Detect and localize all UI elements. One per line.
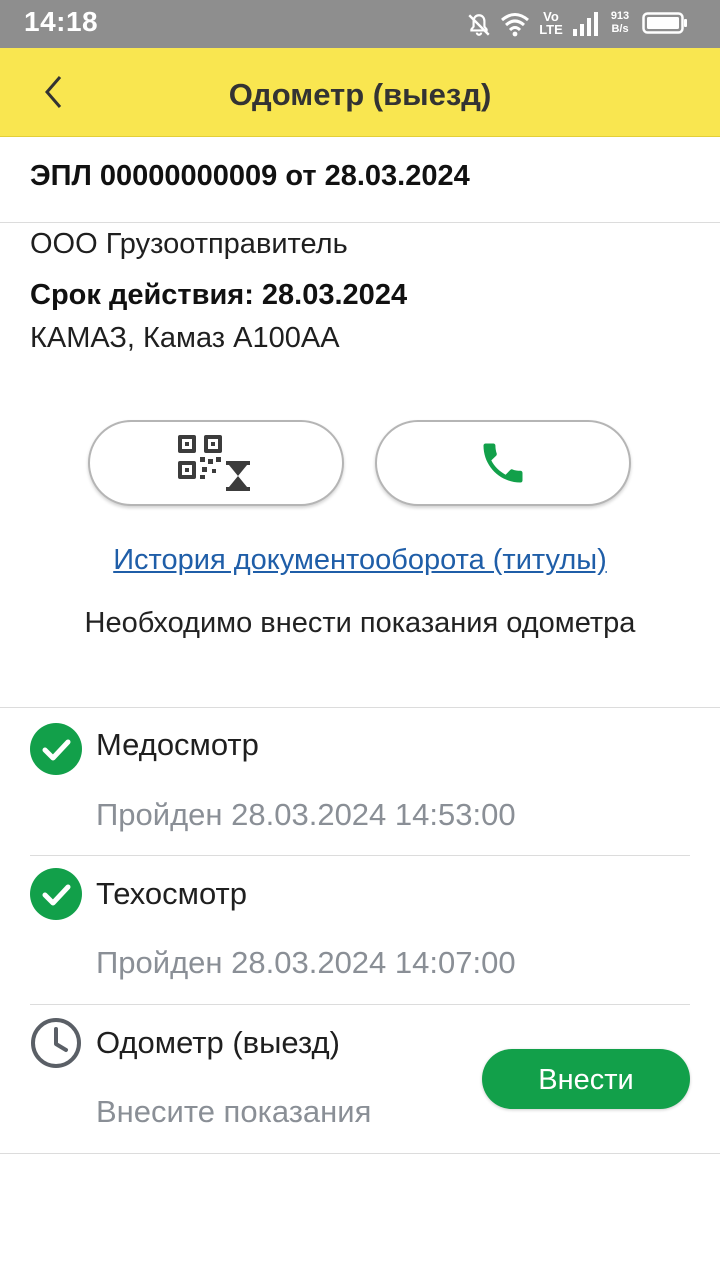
checklist-item-techcheck: Техосмотр Пройден 28.03.2024 14:07:00 [0, 856, 720, 1004]
app-bar: Одометр (выезд) [0, 48, 720, 137]
qr-code-button[interactable] [88, 420, 344, 506]
network-speed-unit: B/s [611, 23, 629, 35]
qr-hourglass-icon [178, 435, 250, 491]
phone-icon [483, 443, 523, 483]
checklist-item-status: Пройден 28.03.2024 14:07:00 [96, 945, 516, 980]
vehicle-info: КАМАЗ, Камаз А100АА [30, 322, 340, 354]
call-button[interactable] [375, 420, 631, 506]
checklist-item-title: Техосмотр [96, 876, 247, 911]
validity-date: Срок действия: 28.03.2024 [30, 279, 408, 311]
battery-icon [642, 12, 687, 34]
enter-odometer-button[interactable]: Внести [482, 1049, 690, 1109]
signal-icon [573, 12, 598, 36]
document-title: ЭПЛ 00000000009 от 28.03.2024 [30, 160, 470, 192]
network-type-bottom: LTE [539, 22, 563, 37]
network-speed-value: 913 [610, 10, 630, 22]
odometer-notice: Необходимо внести показания одометра [84, 607, 636, 639]
checklist-item-status: Пройден 28.03.2024 14:53:00 [96, 797, 516, 832]
page-title: Одометр (выезд) [228, 77, 492, 112]
network-type: Vo LTE [536, 10, 566, 36]
status-bar: 14:18 Vo LTE 913 B/s [0, 0, 720, 48]
status-time: 14:18 [24, 6, 99, 37]
history-link[interactable]: История документооборота (титулы) [0, 544, 720, 577]
check-circle-icon [30, 868, 82, 920]
divider [0, 1153, 720, 1154]
back-button[interactable] [30, 68, 78, 116]
chevron-left-icon [45, 76, 62, 108]
checklist-item-title: Медосмотр [96, 727, 259, 762]
network-speed: 913 B/s [606, 10, 634, 36]
checklist-item-status: Внесите показания [96, 1094, 372, 1129]
checklist-item-medical: Медосмотр Пройден 28.03.2024 14:53:00 [0, 707, 720, 855]
checklist-item-title: Одометр (выезд) [96, 1025, 340, 1060]
check-circle-icon [30, 723, 82, 775]
status-icons: Vo LTE 913 B/s [466, 0, 696, 48]
shipper-name: ООО Грузоотправитель [30, 228, 348, 260]
wifi-icon [501, 13, 529, 37]
mute-bell-icon [468, 14, 490, 36]
clock-icon [31, 1018, 81, 1068]
divider [0, 222, 720, 223]
